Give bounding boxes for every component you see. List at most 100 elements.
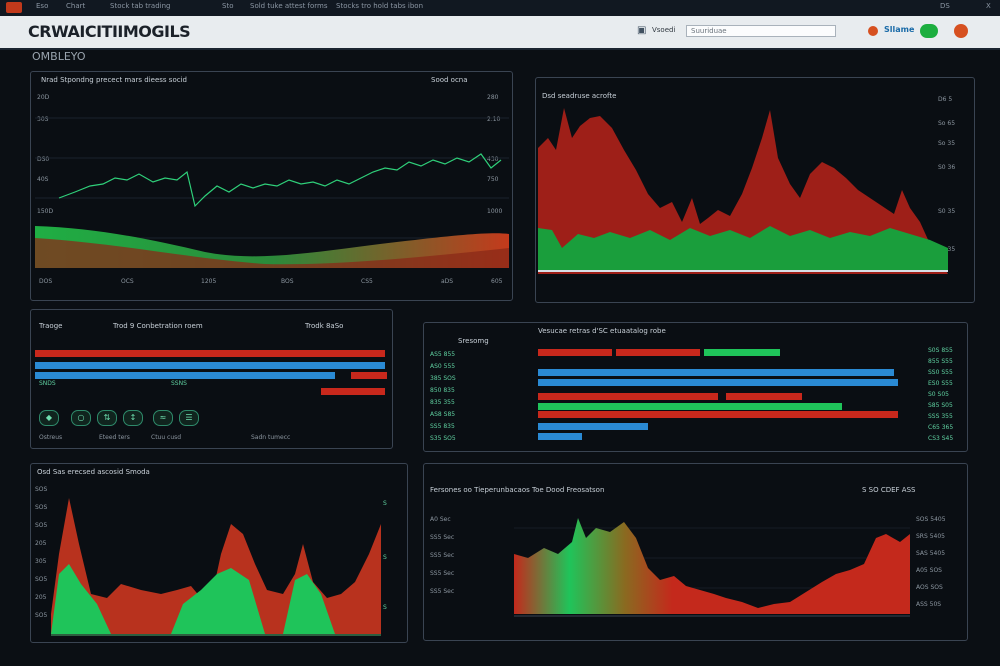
table-row: 835 355 (430, 399, 455, 406)
returns-panel: Vesucae retras d'SC etuaatalog robe Sres… (423, 322, 968, 452)
y-tick: SSS 355 (928, 413, 953, 420)
blue-bar (35, 372, 335, 379)
bottom-right-chart-panel: Fersones oo Tieperunbacaos Toe Dood Freo… (423, 463, 968, 641)
x-tick: OCS (121, 278, 134, 285)
menu-item[interactable]: Sto (222, 2, 233, 10)
table-row: SS5 835 (430, 423, 455, 430)
table-row: AS5 855 (430, 351, 456, 358)
panel-title: Nrad Stpondng precect mars dieess socid (41, 76, 187, 84)
app-title: CRWAICITIIMOGILS (28, 22, 191, 41)
x-tick: 605 (491, 278, 503, 285)
search-input[interactable]: Suuriduae (686, 25, 836, 37)
x-tick: CS5 (361, 278, 373, 285)
y-tick: SS5 Sec (430, 534, 455, 541)
panel-title: Vesucae retras d'SC etuaatalog robe (538, 327, 666, 335)
table-header: Sresomg (458, 337, 489, 345)
panel-title: Fersones oo Tieperunbacaos Toe Dood Freo… (430, 486, 605, 494)
y-tick: AOS SOS (916, 584, 943, 591)
bar-label: SNDS (39, 380, 56, 387)
table-row: S35 SO5 (430, 435, 456, 442)
x-tick: aDS (441, 278, 454, 285)
y-tick: SS5 Sec (430, 570, 455, 577)
bar-label: SSNS (171, 380, 187, 387)
table-row: 385 SOS (430, 375, 456, 382)
y-tick: S (383, 500, 387, 507)
top-menu-bar: Eso Chart Stock tab trading Sto Sold tuk… (0, 0, 1000, 17)
footer-label: Ctuu cusd (151, 434, 182, 441)
red-bar (726, 393, 802, 400)
zoom-icon[interactable]: ○ (71, 410, 91, 426)
y-tick: SS5 Sec (430, 588, 455, 595)
app-logo-icon[interactable] (6, 2, 22, 13)
red-bar (538, 393, 718, 400)
menu-item[interactable]: Chart (66, 2, 85, 10)
pan-icon[interactable]: ↕ (123, 410, 143, 426)
y-tick: SS0 S55 (928, 369, 953, 376)
y-tick: S (383, 554, 387, 561)
record-button[interactable] (954, 24, 968, 38)
y-tick: S85 S05 (928, 402, 953, 409)
blue-bar (538, 433, 582, 440)
y-tick: ASS 50S (916, 601, 942, 608)
y-tick: A0 Sec (430, 516, 451, 523)
red-bar (538, 411, 898, 418)
panel-title: Osd Sas erecsed ascosid Smoda (37, 468, 150, 476)
y-tick: S0 S05 (928, 391, 949, 398)
search-label: Vsoedi (652, 26, 676, 34)
menu-item[interactable]: Stock tab trading (110, 2, 170, 10)
y-tick: CS3 S45 (928, 435, 954, 442)
y-tick: 855 S55 (928, 358, 953, 365)
menu-item[interactable]: DS (940, 2, 950, 10)
table-row: 850 835 (430, 387, 455, 394)
y-tick: S (383, 604, 387, 611)
red-bar (35, 350, 385, 357)
left-axis: A0 Sec SS5 Sec SS5 Sec SS5 Sec SS5 Sec (430, 516, 512, 606)
right-axis: SOS 5405 SRS 5405 SAS 5405 A05 SOS AOS S… (916, 516, 966, 618)
settings-icon[interactable]: ☰ (179, 410, 199, 426)
concentration-panel: Traoge Trod 9 Conbetration roem Trodk 8a… (30, 309, 393, 449)
price-chart-panel: Nrad Stpondng precect mars dieess socid … (30, 71, 513, 301)
status-toggle[interactable] (920, 24, 938, 38)
close-icon[interactable]: X (986, 2, 991, 10)
panel-title: Trod 9 Conbetration roem (113, 322, 203, 330)
search-icon[interactable]: ▣ (637, 25, 649, 37)
x-tick: DOS (39, 278, 53, 285)
header-bar: CRWAICITIIMOGILS ▣ Vsoedi Suuriduae Slla… (0, 16, 1000, 50)
panel-subtitle: Trodk 8aSo (305, 322, 344, 330)
panel-title-short: Traoge (39, 322, 63, 330)
y-tick: SS5 Sec (430, 552, 455, 559)
volume-chart-panel: Dsd seadruse acrofte D6 5 So 65 So 35 S0… (535, 77, 975, 303)
y-tick: SOS 5405 (916, 516, 946, 523)
y-tick: A05 SOS (916, 567, 942, 574)
bottom-left-chart-panel: Osd Sas erecsed ascosid Smoda SOS SOS SO… (30, 463, 408, 643)
blue-bar (538, 423, 648, 430)
page-subtitle: OMBLEYO (32, 50, 86, 63)
panel-subtitle: Sood ocna (431, 76, 468, 84)
ruler-icon[interactable]: ⇅ (97, 410, 117, 426)
bottom-left-chart (51, 498, 381, 636)
bottom-right-chart (514, 518, 910, 617)
y-tick: C65 365 (928, 424, 954, 431)
red-bar (616, 349, 700, 356)
area-series (514, 518, 910, 614)
table-row: AS8 S85 (430, 411, 456, 418)
table-row: AS0 555 (430, 363, 456, 370)
alert-icon[interactable] (868, 26, 878, 36)
menu-item[interactable]: Stocks tro hold tabs ibon (336, 2, 423, 10)
share-button[interactable]: Sllame (884, 25, 914, 34)
x-tick: BOS (281, 278, 294, 285)
y-tick: SAS 5405 (916, 550, 946, 557)
green-bar (538, 403, 842, 410)
chart-type-icon[interactable]: ◆ (39, 410, 59, 426)
red-bar (321, 388, 385, 395)
blue-bar (538, 369, 894, 376)
x-tick: 1205 (201, 278, 217, 285)
volume-chart (538, 108, 948, 274)
y-tick: ES0 S55 (928, 380, 953, 387)
panel-subtitle: S SO CDEF ASS (862, 486, 916, 494)
menu-item[interactable]: Eso (36, 2, 48, 10)
y-tick: SRS 5405 (916, 533, 945, 540)
compare-icon[interactable]: ≈ (153, 410, 173, 426)
menu-item[interactable]: Sold tuke attest forms (250, 2, 328, 10)
y-tick: S0S 8S5 (928, 347, 953, 354)
